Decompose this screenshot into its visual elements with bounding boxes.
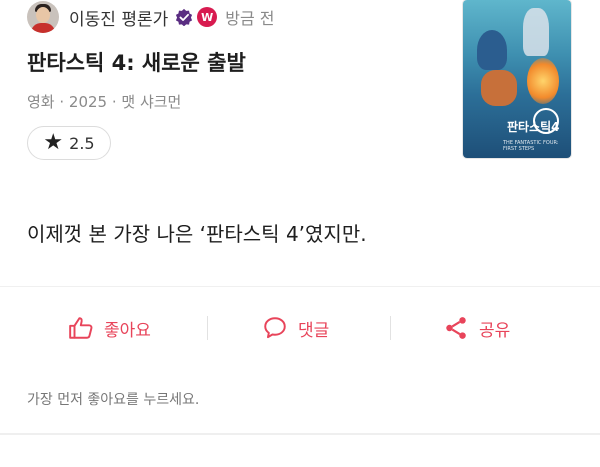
- poster-figure: [477, 30, 507, 70]
- avatar[interactable]: [27, 1, 59, 33]
- share-label: 공유: [479, 320, 511, 341]
- rating-chip: ★ 2.5: [27, 126, 111, 160]
- comment-button[interactable]: 댓글: [262, 296, 329, 360]
- poster-figure: [481, 70, 517, 106]
- share-icon: [446, 317, 466, 339]
- poster-title: 판타스틱4: [507, 120, 560, 134]
- comment-bubble-icon: [264, 317, 286, 339]
- action-bar: 좋아요 댓글 공유: [0, 296, 600, 360]
- review-card: 이동진 평론가 W 방금 전 판타스틱 4: 새로운 출발 영화 · 2025 …: [0, 0, 600, 467]
- likes-prompt: 가장 먼저 좋아요를 누르세요.: [27, 392, 200, 408]
- verified-icon: [176, 8, 193, 26]
- separator: [207, 316, 208, 340]
- thumbs-up-icon: [69, 317, 93, 339]
- avatar-face: [36, 7, 50, 23]
- poster-caption: THE FANTASTIC FOUR: FIRST STEPS: [503, 140, 559, 152]
- movie-poster[interactable]: 판타스틱4 THE FANTASTIC FOUR: FIRST STEPS: [463, 0, 571, 158]
- star-icon: ★: [43, 130, 64, 155]
- timestamp: 방금 전: [225, 9, 275, 28]
- movie-title[interactable]: 판타스틱 4: 새로운 출발: [27, 47, 246, 77]
- like-label: 좋아요: [104, 320, 151, 341]
- rating-value: 2.5: [69, 133, 95, 153]
- divider: [0, 286, 600, 287]
- separator: [390, 316, 391, 340]
- avatar-shirt: [31, 23, 55, 33]
- author-name[interactable]: 이동진 평론가: [69, 5, 168, 30]
- poster-flame: [527, 58, 559, 104]
- comment-label: 댓글: [298, 320, 330, 341]
- author-row: 이동진 평론가 W 방금 전: [27, 0, 275, 34]
- badge-letter: W: [201, 10, 214, 24]
- like-button[interactable]: 좋아요: [68, 296, 151, 360]
- divider: [0, 433, 600, 435]
- watcha-badge-icon: W: [197, 7, 218, 27]
- share-button[interactable]: 공유: [443, 296, 510, 360]
- poster-figure: [523, 8, 549, 56]
- review-text: 이제껏 본 가장 나은 ‘판타스틱 4’였지만.: [27, 222, 367, 246]
- movie-meta: 영화 · 2025 · 맷 샤크먼: [27, 93, 182, 111]
